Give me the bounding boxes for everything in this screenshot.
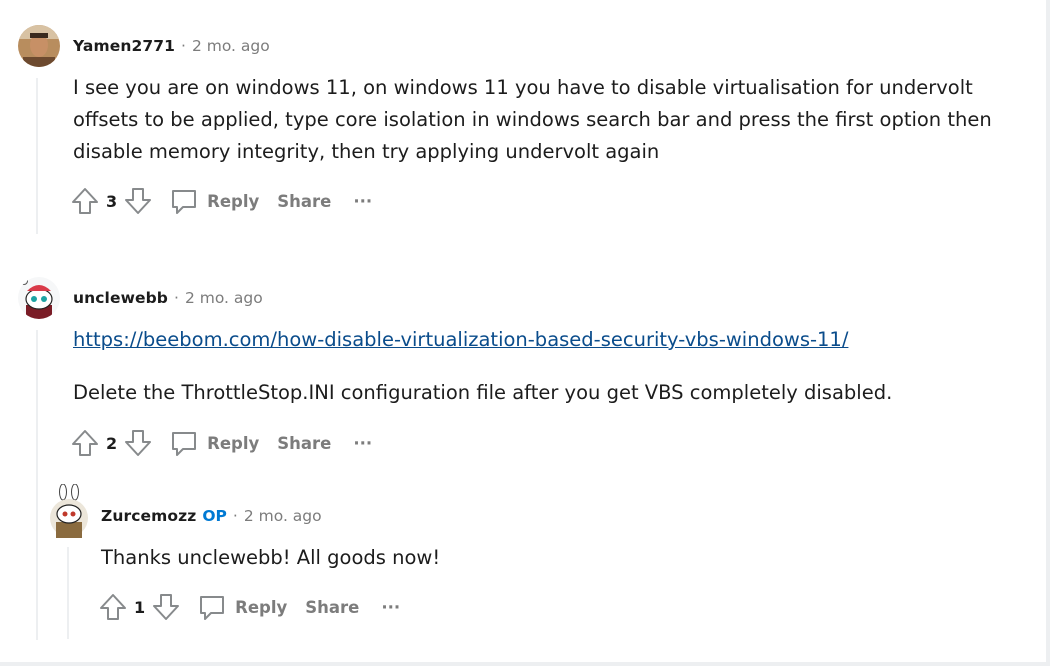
more-options-button[interactable]: ··· (353, 192, 372, 211)
comment-actions: 2 Reply Share ··· (70, 426, 372, 460)
comment-actions: 1 Reply Share ··· (98, 590, 400, 624)
snoo-avatar-icon (18, 277, 60, 319)
downvote-icon[interactable] (123, 428, 153, 458)
separator: · (232, 507, 238, 525)
comment-line: offsets to be applied, type core isolati… (73, 108, 992, 131)
avatar[interactable] (48, 484, 90, 538)
vote-count: 2 (106, 433, 118, 453)
more-options-button[interactable]: ··· (353, 434, 372, 453)
op-badge: OP (202, 507, 227, 525)
username[interactable]: Yamen2771 (73, 37, 175, 55)
thread-line[interactable] (36, 78, 38, 234)
avatar[interactable] (18, 277, 60, 319)
external-link[interactable]: https://beebom.com/how-disable-virtualiz… (73, 328, 848, 351)
comment-line: I see you are on windows 11, on windows … (73, 76, 973, 99)
vote-count: 3 (106, 191, 118, 211)
upvote-icon[interactable] (70, 186, 100, 216)
timestamp[interactable]: 2 mo. ago (192, 37, 270, 55)
username[interactable]: Zurcemozz (101, 507, 196, 525)
avatar[interactable] (18, 25, 60, 67)
share-button[interactable]: Share (277, 192, 331, 211)
reply-label: Reply (235, 597, 288, 617)
comment-actions: 3 Reply Share ··· (70, 184, 372, 218)
separator: · (174, 289, 179, 307)
reply-label: Reply (207, 433, 260, 453)
reply-button[interactable]: Reply (169, 186, 259, 216)
timestamp[interactable]: 2 mo. ago (244, 507, 322, 525)
separator: · (181, 37, 186, 55)
comment-body-text: Delete the ThrottleStop.INI configuratio… (73, 381, 893, 404)
share-button[interactable]: Share (305, 598, 359, 617)
comment-body: I see you are on windows 11, on windows … (73, 72, 992, 168)
share-button[interactable]: Share (277, 434, 331, 453)
comment-meta: Zurcemozz OP · 2 mo. ago (101, 507, 322, 525)
reply-label: Reply (207, 191, 260, 211)
thread-line[interactable] (36, 330, 38, 640)
downvote-icon[interactable] (123, 186, 153, 216)
vote-count: 1 (134, 597, 146, 617)
comment-body: https://beebom.com/how-disable-virtualiz… (73, 324, 848, 356)
comment-body-text: Thanks unclewebb! All goods now! (101, 546, 441, 569)
more-options-button[interactable]: ··· (381, 598, 400, 617)
snoo-avatar-icon (50, 484, 88, 538)
thread-line[interactable] (67, 547, 69, 639)
comment-meta: Yamen2771 · 2 mo. ago (73, 37, 270, 55)
reply-button[interactable]: Reply (197, 592, 287, 622)
comment-meta: unclewebb · 2 mo. ago (73, 289, 263, 307)
user-photo-icon (18, 25, 60, 67)
reply-button[interactable]: Reply (169, 428, 259, 458)
username[interactable]: unclewebb (73, 289, 168, 307)
upvote-icon[interactable] (70, 428, 100, 458)
timestamp[interactable]: 2 mo. ago (185, 289, 263, 307)
downvote-icon[interactable] (151, 592, 181, 622)
chat-bubble-icon (172, 432, 197, 456)
upvote-icon[interactable] (98, 592, 128, 622)
chat-bubble-icon (200, 596, 225, 620)
comment-line: disable memory integrity, then try apply… (73, 140, 660, 163)
chat-bubble-icon (172, 190, 197, 214)
